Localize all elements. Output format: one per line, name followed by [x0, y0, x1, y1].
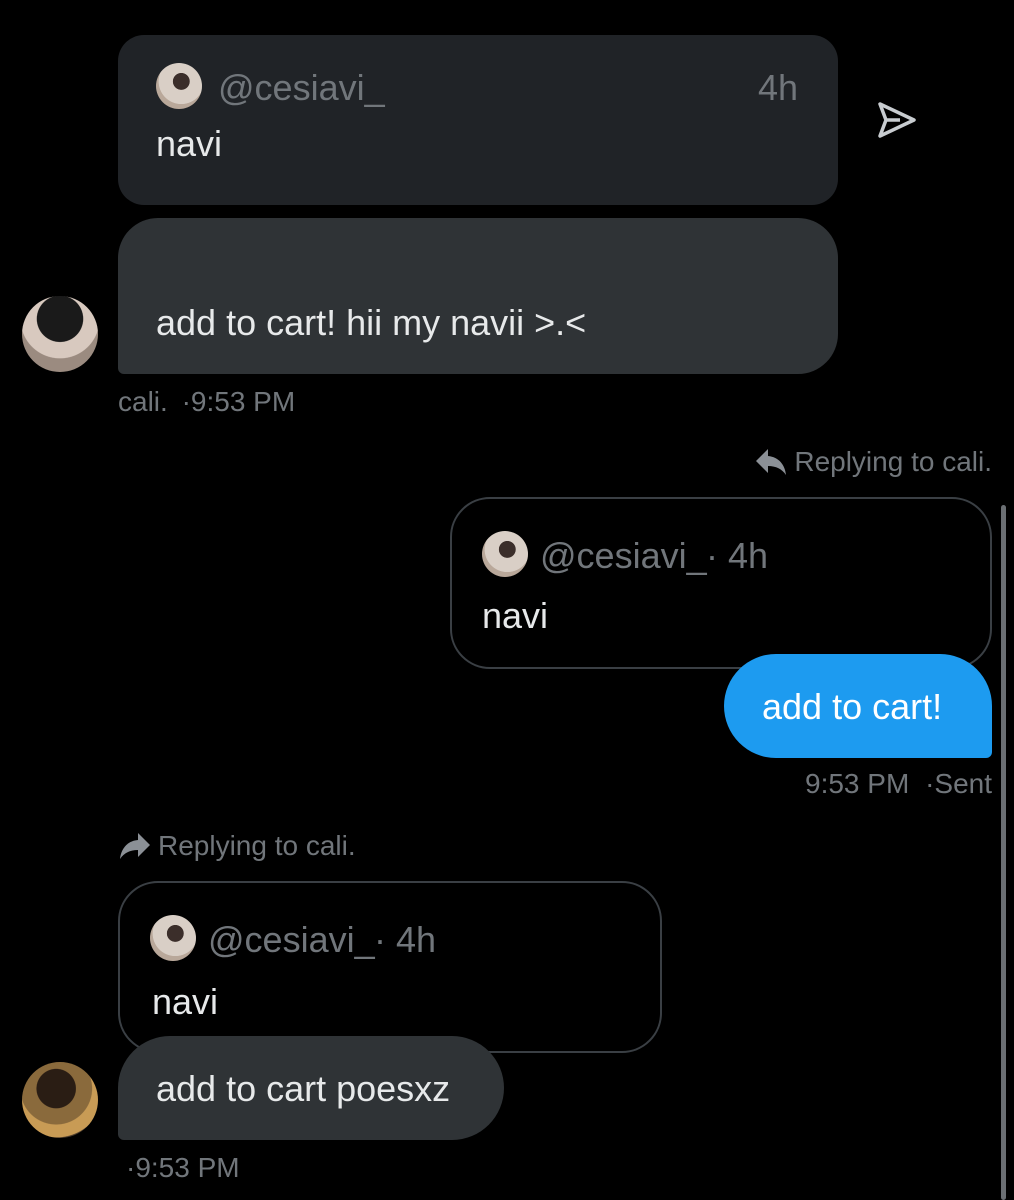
sender-avatar[interactable]: [22, 296, 98, 372]
quoted-author-handle: @cesiavi_: [208, 919, 375, 960]
reply-context-text: Replying to cali.: [794, 446, 992, 477]
send-icon: [878, 102, 916, 138]
message-meta: ·9:53 PM: [126, 1152, 240, 1184]
message-text: add to cart! hii my navii >.<: [156, 302, 587, 343]
message-text: add to cart!: [762, 686, 943, 727]
quoted-post-text: navi: [156, 123, 223, 164]
quoted-post-time: · 4h: [374, 919, 437, 960]
message-meta: cali. ·9:53 PM: [118, 386, 295, 418]
scrollbar[interactable]: [1001, 505, 1006, 1200]
message-time: ·9:53 PM: [181, 386, 296, 417]
quoted-author-avatar: [150, 915, 196, 961]
quoted-post-card[interactable]: @cesiavi_ 4h navi: [118, 35, 838, 205]
quoted-author-avatar: [156, 63, 202, 109]
reply-context-label: Replying to cali.: [754, 446, 992, 478]
quoted-author-handle: @cesiavi_: [540, 535, 707, 576]
message-bubble[interactable]: add to cart!: [724, 654, 992, 758]
message-text: add to cart poesxz: [156, 1068, 451, 1109]
message-time: ·9:53 PM: [126, 1152, 240, 1183]
quoted-author-handle: @cesiavi_: [218, 67, 385, 108]
reply-context-text: Replying to cali.: [158, 830, 356, 861]
quoted-post-time: · 4h: [706, 535, 769, 576]
message-time: 9:53 PM: [805, 768, 910, 799]
message-bubble[interactable]: add to cart! hii my navii >.<: [118, 218, 838, 374]
reply-context-label: Replying to cali.: [118, 830, 356, 862]
quoted-post-card[interactable]: @cesiavi_ · 4h navi: [450, 497, 992, 669]
quoted-post-text: navi: [152, 981, 219, 1022]
message-meta: 9:53 PM ·Sent: [805, 768, 992, 800]
message-status: ·Sent: [925, 768, 992, 799]
forward-arrow-icon: [120, 833, 150, 859]
quoted-post-text: navi: [482, 595, 549, 636]
sender-avatar[interactable]: [22, 1062, 98, 1138]
reply-arrow-icon: [756, 449, 787, 475]
quoted-author-avatar: [482, 531, 528, 577]
quoted-post-time: 4h: [757, 67, 798, 108]
share-button[interactable]: [872, 98, 920, 146]
message-bubble[interactable]: add to cart poesxz: [118, 1036, 504, 1140]
quoted-post-card[interactable]: @cesiavi_ · 4h navi: [118, 881, 662, 1053]
sender-name: cali.: [118, 386, 168, 417]
